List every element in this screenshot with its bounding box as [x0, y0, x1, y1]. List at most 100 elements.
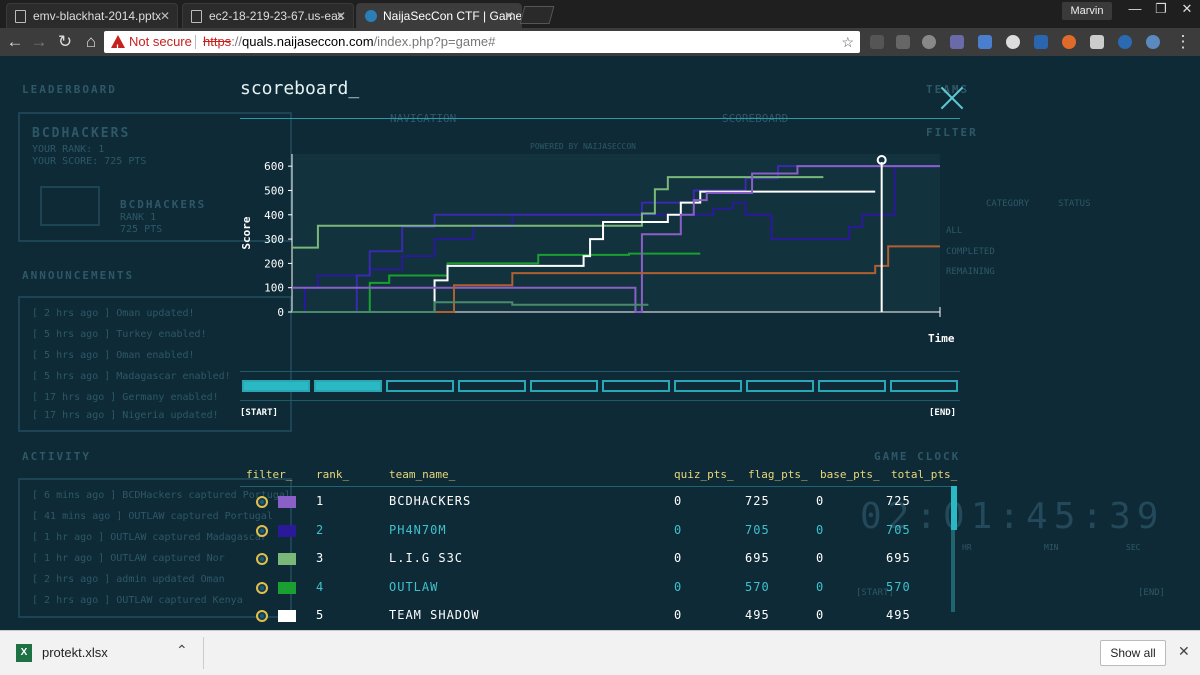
team-color-swatch — [278, 610, 296, 622]
column-header-team[interactable]: team_name_ — [389, 468, 455, 481]
column-header-filter[interactable]: filter_ — [246, 468, 292, 481]
download-extension-icon[interactable] — [896, 35, 910, 49]
translate-icon[interactable] — [978, 35, 992, 49]
new-tab-button[interactable] — [519, 6, 555, 24]
font-extension-icon[interactable] — [1090, 35, 1104, 49]
download-file-name[interactable]: protekt.xlsx — [42, 645, 108, 660]
divider — [203, 637, 204, 669]
timeline-start: [START] — [240, 408, 278, 418]
cell-quiz: 0 — [674, 522, 683, 537]
column-header-quiz[interactable]: quiz_pts_ — [674, 468, 734, 481]
table-row[interactable]: 1 BCDHACKERS 0 725 0 725 — [240, 488, 950, 516]
your-score: YOUR SCORE: 725 PTS — [32, 156, 147, 167]
menu-icon[interactable]: ⋮ — [1172, 31, 1194, 53]
back-arrow-icon[interactable]: ← — [4, 31, 26, 53]
x-axis-label: Time — [928, 332, 955, 345]
reload-icon[interactable]: ↻ — [54, 31, 76, 53]
timeline-segment[interactable] — [242, 380, 310, 392]
timeline-divider-top — [240, 371, 960, 372]
activity-item: [ 2 hrs ago ] admin updated Oman — [32, 574, 225, 585]
cell-rank: 5 — [316, 608, 325, 622]
browser-tab-2[interactable]: ec2-18-219-23-67.us-eas ✕ — [182, 3, 354, 28]
table-row[interactable]: 4 OUTLAW 0 570 0 570 — [240, 574, 950, 602]
y-tick-label: 600 — [264, 160, 284, 173]
profile-button[interactable]: Marvin — [1062, 2, 1112, 20]
browser-tab-3[interactable]: NaijaSecCon CTF | Game ✕ — [356, 3, 522, 28]
extension-icon[interactable] — [870, 35, 884, 49]
timeline-segment[interactable] — [386, 380, 454, 392]
close-window-icon[interactable]: ✕ — [1174, 0, 1200, 20]
pocket-icon[interactable] — [922, 35, 936, 49]
game-clock-title: GAME CLOCK — [874, 450, 961, 463]
filter-title: FILTER — [926, 126, 978, 139]
cell-team: PH4N70M — [389, 522, 447, 537]
chevron-up-icon[interactable]: ⌃ — [176, 642, 188, 659]
card-team: BCDHACKERS — [120, 198, 207, 211]
timeline-segment[interactable] — [674, 380, 742, 392]
linkedin-icon[interactable] — [1034, 35, 1048, 49]
close-tab-icon[interactable]: ✕ — [336, 4, 346, 28]
close-tab-icon[interactable]: ✕ — [160, 4, 170, 28]
timeline-segment[interactable] — [530, 380, 598, 392]
timeline-divider-bottom — [240, 400, 960, 401]
security-status[interactable]: Not secure — [129, 31, 192, 53]
bookmark-star-icon[interactable]: ☆ — [841, 31, 854, 53]
team-badge-icon — [40, 186, 100, 226]
table-row[interactable]: 2 PH4N70M 0 705 0 705 — [240, 517, 950, 545]
team-color-swatch — [278, 581, 296, 594]
timeline-end: [END] — [929, 408, 957, 418]
cell-flag: 705 — [745, 522, 770, 537]
team-filter-radio[interactable] — [256, 553, 268, 565]
react-icon[interactable] — [1146, 35, 1160, 49]
timeline-segment[interactable] — [746, 380, 814, 392]
team-filter-radio[interactable] — [256, 581, 268, 594]
table-row[interactable]: 5 TEAM SHADOW 0 495 0 495 — [240, 602, 950, 630]
column-header-rank[interactable]: rank_ — [316, 468, 349, 481]
cell-base: 0 — [816, 551, 825, 565]
clock-unit: SEC — [1126, 543, 1141, 552]
clock-end: [END] — [1138, 588, 1166, 598]
cell-flag: 695 — [745, 551, 770, 565]
team-filter-radio[interactable] — [256, 610, 268, 622]
forward-arrow-icon[interactable]: → — [28, 31, 50, 53]
cell-base: 0 — [816, 579, 825, 594]
score-chart: 0 100 200 300 400 500 600 Score Time — [240, 152, 956, 352]
extension-icon[interactable] — [1006, 35, 1020, 49]
browser-tab-1[interactable]: emv-blackhat-2014.pptx ✕ — [6, 3, 178, 28]
close-tab-icon[interactable]: ✕ — [504, 4, 514, 28]
column-header-base[interactable]: base_pts_ — [820, 468, 880, 481]
show-all-button[interactable]: Show all — [1100, 640, 1166, 666]
filter-col-status: STATUS — [1058, 199, 1091, 209]
table-row[interactable]: 3 L.I.G S3C 0 695 0 695 — [240, 545, 950, 573]
timeline-segment[interactable] — [602, 380, 670, 392]
scoreboard-title: scoreboard_ — [240, 78, 360, 99]
extension-icon[interactable] — [1118, 35, 1132, 49]
column-header-total[interactable]: total_pts_ — [891, 468, 957, 481]
cell-total: 725 — [886, 494, 911, 508]
home-icon[interactable]: ⌂ — [80, 31, 102, 53]
url-text[interactable]: https://quals.naijaseccon.com/index.php?… — [203, 31, 495, 53]
cell-team: TEAM SHADOW — [389, 608, 480, 622]
announcement-item: [ 17 hrs ago ] Nigeria updated! — [32, 410, 219, 421]
address-bar[interactable]: Not secure https://quals.naijaseccon.com… — [104, 31, 860, 59]
close-icon[interactable] — [940, 86, 964, 110]
timeline-segment[interactable] — [890, 380, 958, 392]
y-tick-label: 300 — [264, 233, 284, 246]
card-pts: 725 PTS — [120, 224, 163, 235]
team-filter-radio[interactable] — [256, 524, 268, 537]
timeline-slider[interactable] — [240, 380, 960, 392]
close-icon[interactable]: ✕ — [1178, 643, 1190, 660]
team-color-swatch — [278, 496, 296, 508]
timeline-segment[interactable] — [314, 380, 382, 392]
pen-extension-icon[interactable] — [950, 35, 964, 49]
team-filter-radio[interactable] — [256, 496, 268, 508]
score-chart-svg: 0 100 200 300 400 500 600 Score Time — [240, 154, 955, 345]
timeline-segment[interactable] — [458, 380, 526, 392]
minimize-icon[interactable]: — — [1122, 0, 1148, 20]
column-header-flag[interactable]: flag_pts_ — [748, 468, 808, 481]
scrollbar-thumb[interactable] — [951, 486, 957, 530]
cell-quiz: 0 — [674, 551, 683, 565]
timeline-segment[interactable] — [818, 380, 886, 392]
extension-icon[interactable] — [1062, 35, 1076, 49]
restore-icon[interactable]: ❐ — [1148, 0, 1174, 20]
